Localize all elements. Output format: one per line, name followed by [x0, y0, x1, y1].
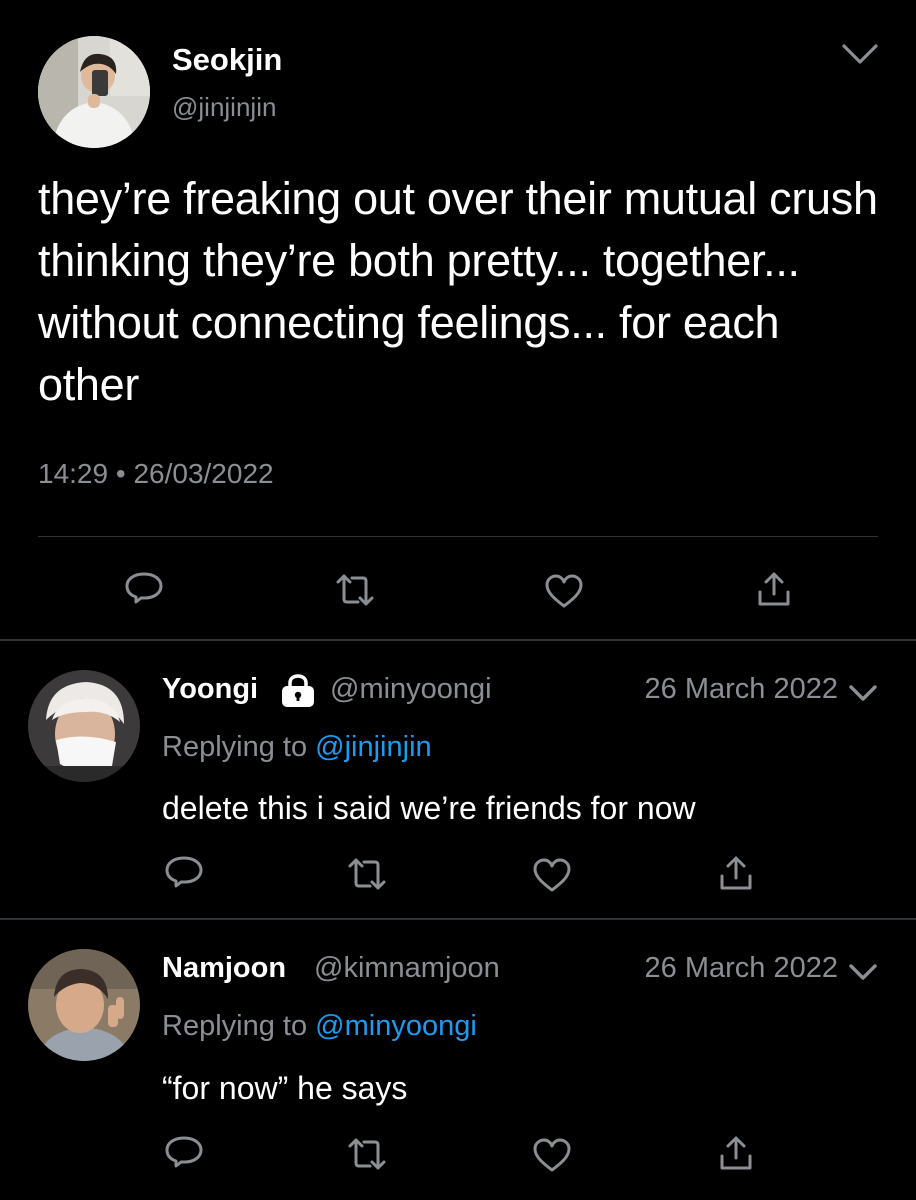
replying-to-mention[interactable]: @minyoongi [315, 1010, 477, 1042]
reply-author-handle[interactable]: @kimnamjoon [314, 952, 500, 985]
tweet-timestamp[interactable]: 14:29 • 26/03/2022 [38, 458, 274, 490]
chevron-down-icon[interactable] [846, 682, 880, 706]
reply-author-display-name[interactable]: Namjoon [162, 952, 286, 985]
author-handle[interactable]: @jinjinjin [172, 92, 276, 123]
replying-to-mention[interactable]: @jinjinjin [315, 731, 431, 763]
chevron-down-icon[interactable] [846, 961, 880, 985]
reply-icon[interactable] [164, 1134, 204, 1174]
author-display-name[interactable]: Seokjin [172, 42, 282, 78]
lock-icon [280, 674, 316, 708]
heart-icon[interactable] [532, 1137, 572, 1173]
reply-date[interactable]: 26 March 2022 [645, 673, 838, 706]
avatar-seokjin[interactable] [38, 36, 150, 148]
reply-text: delete this i said we’re friends for now [162, 790, 696, 826]
reply-icon[interactable] [124, 570, 164, 610]
share-icon[interactable] [756, 570, 792, 608]
avatar-namjoon[interactable] [28, 949, 140, 1061]
reply-text: “for now” he says [162, 1070, 408, 1106]
divider [38, 536, 878, 537]
reply-icon[interactable] [164, 854, 204, 894]
tweet-date: 26/03/2022 [133, 458, 274, 489]
share-icon[interactable] [718, 1134, 754, 1172]
retweet-icon[interactable] [346, 1136, 388, 1172]
chevron-down-icon[interactable] [838, 38, 882, 70]
timestamp-separator: • [115, 458, 126, 489]
replying-to-label: Replying to [162, 1010, 308, 1042]
tweet-text: they’re freaking out over their mutual c… [38, 173, 878, 410]
reply-author-display-name[interactable]: Yoongi [162, 673, 258, 706]
replying-to-label: Replying to [162, 731, 308, 763]
reply-date[interactable]: 26 March 2022 [645, 952, 838, 985]
retweet-icon[interactable] [346, 856, 388, 892]
reply-author-handle[interactable]: @minyoongi [330, 673, 492, 706]
share-icon[interactable] [718, 854, 754, 892]
tweet-time: 14:29 [38, 458, 109, 489]
avatar-yoongi[interactable] [28, 670, 140, 782]
heart-icon[interactable] [544, 573, 584, 609]
heart-icon[interactable] [532, 857, 572, 893]
divider [0, 918, 916, 920]
replying-to: Replying to @minyoongi [162, 1010, 477, 1043]
replying-to: Replying to @jinjinjin [162, 731, 432, 764]
divider [0, 639, 916, 641]
retweet-icon[interactable] [334, 572, 376, 608]
